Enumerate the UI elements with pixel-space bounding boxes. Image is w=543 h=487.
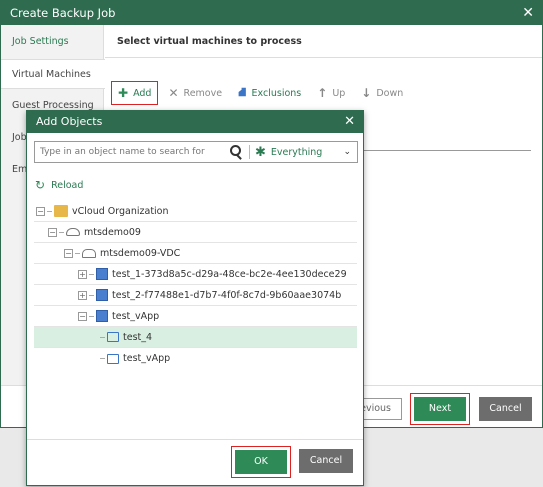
asterisk-icon: ✱ [255, 144, 266, 160]
remove-label: Remove [183, 87, 223, 99]
collapse-icon[interactable]: − [64, 248, 73, 258]
next-button-highlight: Next [410, 393, 470, 425]
vdc-icon [82, 248, 96, 258]
search-separator [249, 145, 250, 159]
divider [361, 150, 531, 151]
dialog-cancel-button[interactable]: Cancel [299, 449, 353, 473]
tree-node-mtsdemo09-vdc[interactable]: − mtsdemo09-VDC [34, 243, 357, 264]
step-virtual-machines[interactable]: Virtual Machines [1, 59, 105, 89]
expand-icon[interactable]: + [78, 269, 87, 279]
folder-icon [54, 205, 68, 217]
tree-node-label: test_1-373d8a5c-d29a-48ce-bc2e-4ee130dec… [112, 268, 347, 280]
tree-node-label: test_2-f77488e1-d7b7-4f0f-8c7d-9b60aae30… [112, 289, 342, 301]
tree-node-label: mtsdemo09-VDC [100, 247, 181, 259]
exclusions-label: Exclusions [251, 87, 302, 99]
tree-node-test-4[interactable]: test_4 [34, 327, 357, 348]
chevron-down-icon: ⌄ [343, 147, 351, 157]
tree-node-mtsdemo09[interactable]: − mtsdemo09 [34, 222, 357, 243]
cloud-icon [66, 228, 80, 236]
close-icon[interactable]: ✕ [344, 111, 355, 133]
arrow-up-icon: ↑ [317, 86, 328, 100]
exclusions-button[interactable]: ⛘ Exclusions [232, 81, 307, 105]
tree-node-label: test_vApp [112, 310, 160, 322]
wizard-cancel-button[interactable]: Cancel [479, 397, 532, 421]
reload-label: Reload [51, 179, 84, 191]
close-icon[interactable]: ✕ [522, 1, 534, 25]
tree-node-label: mtsdemo09 [84, 226, 141, 238]
up-button[interactable]: ↑ Up [311, 81, 351, 105]
search-icon[interactable] [228, 144, 244, 160]
tree-node-test-vapp-vm[interactable]: test_vApp [34, 348, 357, 369]
vapp-icon [96, 289, 108, 301]
next-button[interactable]: Next [414, 397, 466, 421]
vm-icon [107, 353, 119, 364]
search-box: ✱ Everything ⌄ [34, 141, 358, 163]
dialog-title: Add Objects [36, 115, 103, 128]
add-button[interactable]: ✚ Add [111, 81, 159, 105]
up-label: Up [332, 87, 346, 99]
reload-link[interactable]: ↻ Reload [35, 178, 83, 192]
step-job-settings[interactable]: Job Settings [1, 27, 104, 57]
tree-node-vcloud-organization[interactable]: − vCloud Organization [34, 201, 357, 222]
arrow-down-icon: ↓ [361, 86, 372, 100]
collapse-icon[interactable]: − [78, 311, 87, 321]
collapse-icon[interactable]: − [36, 206, 45, 216]
tree-node-label: test_vApp [123, 353, 171, 364]
ok-button-highlight: OK [231, 446, 291, 478]
tree-node-test-2[interactable]: + test_2-f77488e1-d7b7-4f0f-8c7d-9b60aae… [34, 285, 357, 306]
window-title: Create Backup Job [1, 1, 542, 25]
scope-value: Everything [270, 146, 323, 158]
collapse-icon[interactable]: − [48, 227, 57, 237]
exclusions-icon: ⛘ [238, 85, 247, 99]
tree-node-label: vCloud Organization [72, 205, 169, 217]
tree-node-test-1[interactable]: + test_1-373d8a5c-d29a-48ce-bc2e-4ee130d… [34, 264, 357, 285]
vapp-icon [96, 310, 108, 322]
plus-icon: ✚ [118, 86, 129, 100]
tree-node-label: test_4 [123, 331, 153, 343]
add-objects-dialog: Add Objects ✕ ✱ Everything ⌄ ↻ Reload − … [26, 110, 364, 486]
tree-node-test-vapp[interactable]: − test_vApp [34, 306, 357, 327]
search-input[interactable] [35, 142, 228, 162]
object-tree: − vCloud Organization − mtsdemo09 − mtsd… [34, 201, 357, 369]
remove-x-icon: ✕ [168, 86, 179, 100]
expand-icon[interactable]: + [78, 290, 87, 300]
down-button[interactable]: ↓ Down [355, 81, 409, 105]
ok-button[interactable]: OK [235, 450, 287, 474]
refresh-icon: ↻ [35, 178, 46, 192]
down-label: Down [376, 87, 404, 99]
page-heading: Select virtual machines to process [105, 25, 542, 58]
vapp-icon [96, 268, 108, 280]
vm-toolbar: ✚ Add ✕ Remove ⛘ Exclusions ↑ Up ↓ Down [111, 81, 413, 105]
dialog-title-bar: Add Objects ✕ [27, 111, 363, 133]
vm-icon [107, 332, 119, 342]
scope-dropdown[interactable]: ✱ Everything ⌄ [255, 145, 357, 160]
remove-button[interactable]: ✕ Remove [162, 81, 228, 105]
dialog-footer: OK Cancel [27, 439, 363, 485]
add-label: Add [133, 87, 152, 99]
